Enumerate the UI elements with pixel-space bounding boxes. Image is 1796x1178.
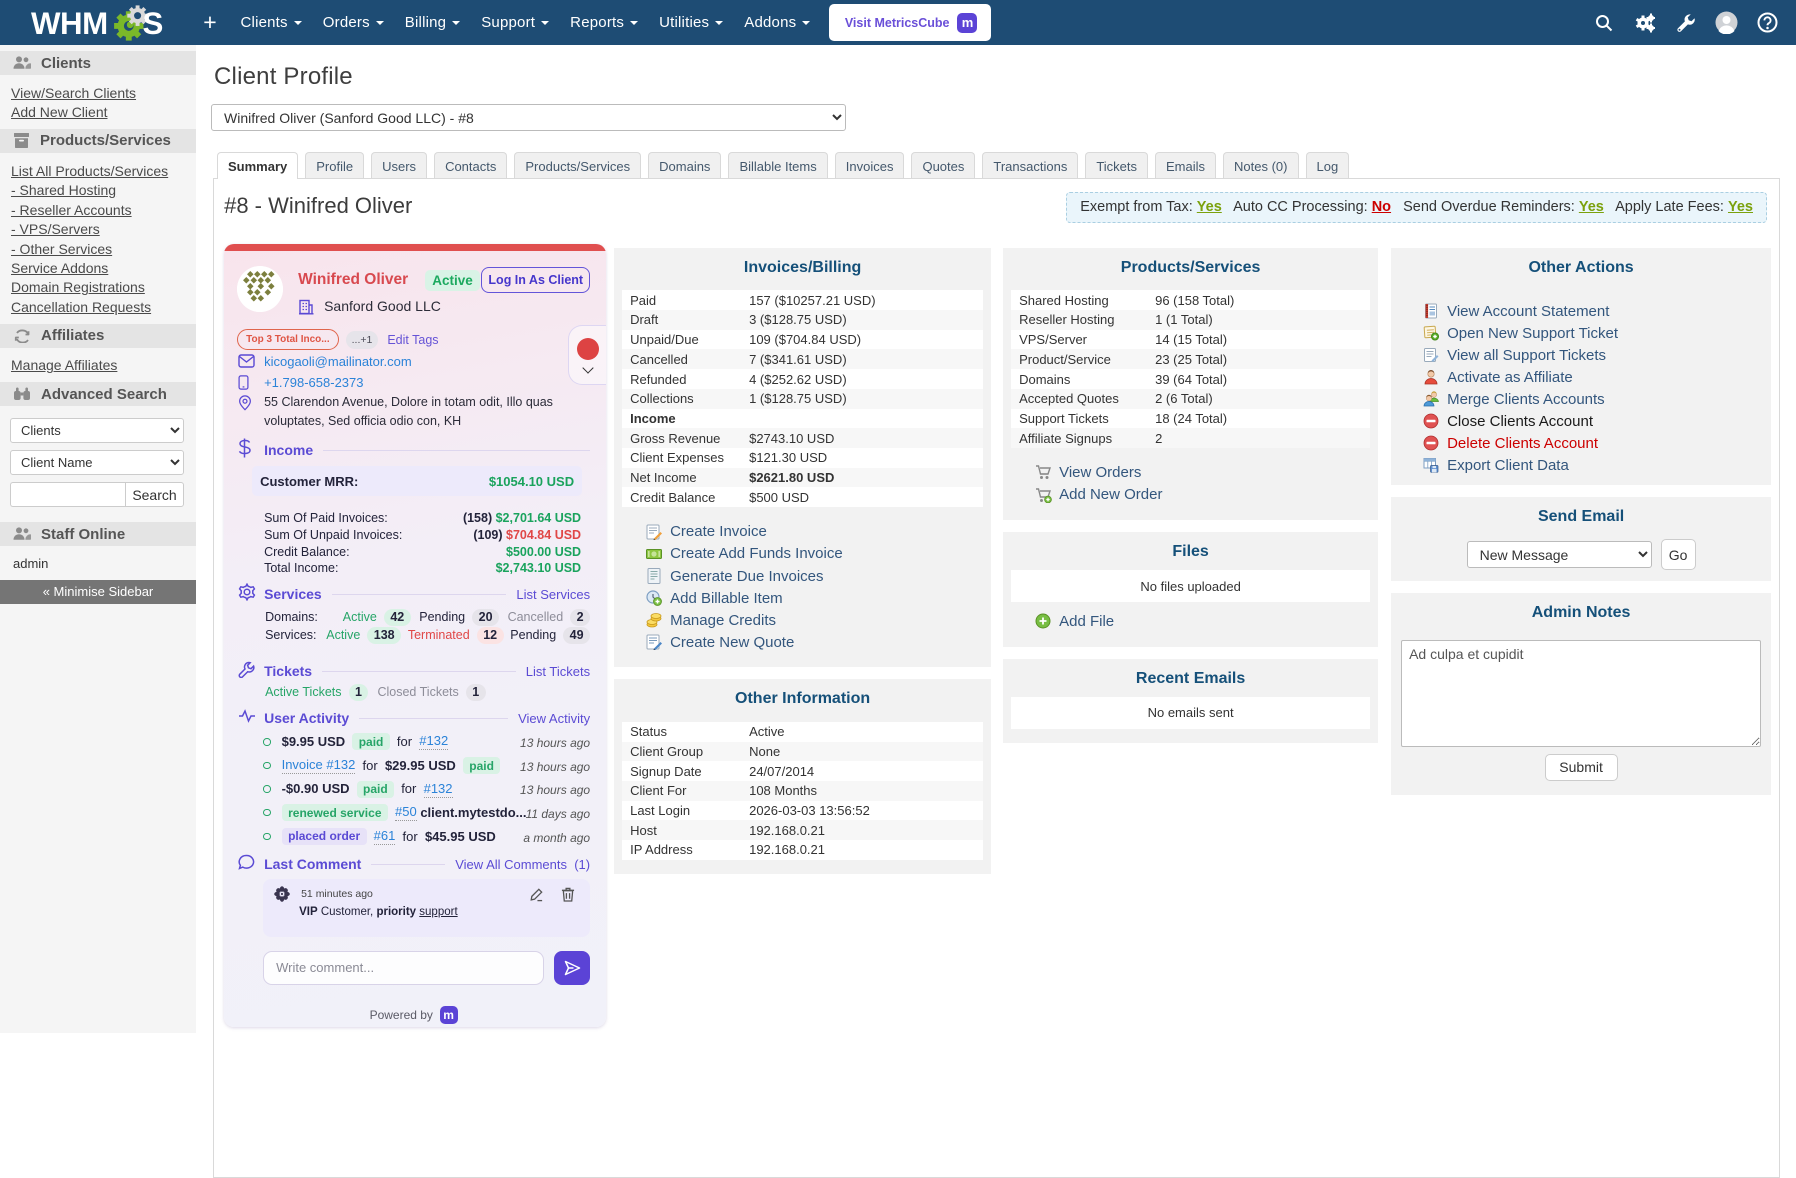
svg-text:WHM: WHM [31, 5, 108, 40]
svg-text:S: S [142, 5, 163, 40]
